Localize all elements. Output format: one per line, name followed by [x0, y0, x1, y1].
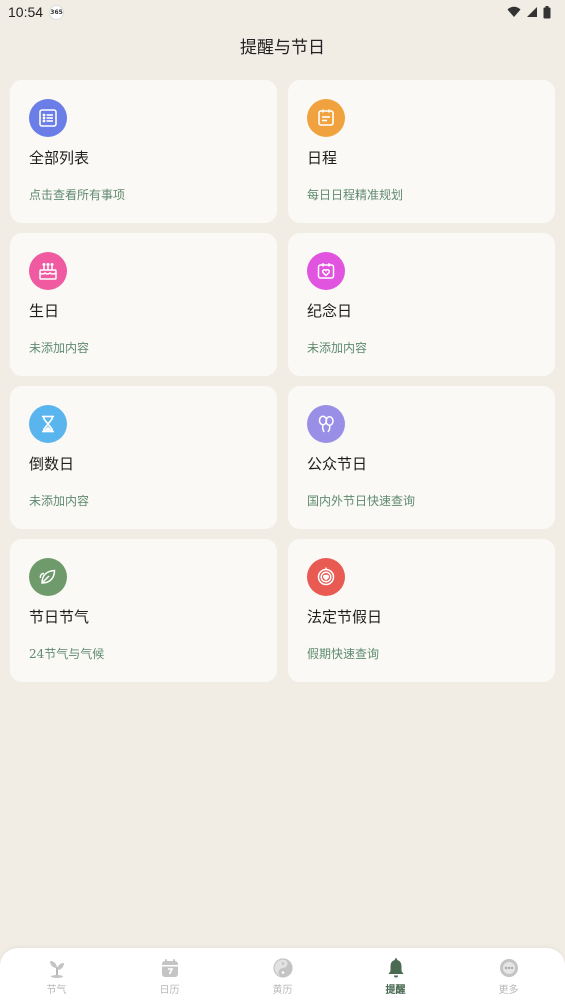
card-anniversary[interactable]: 纪念日 未添加内容 — [288, 233, 555, 376]
card-subtitle: 点击查看所有事项 — [29, 188, 126, 202]
card-birthday[interactable]: 生日 未添加内容 — [10, 233, 277, 376]
list-icon — [29, 99, 67, 137]
tab-label: 提醒 — [385, 984, 406, 996]
status-right — [507, 5, 551, 19]
card-subtitle: 国内外节日快速查询 — [307, 494, 416, 508]
tab-label: 节气 — [46, 984, 67, 996]
card-all-list[interactable]: 全部列表 点击查看所有事项 — [10, 80, 277, 223]
tab-solar-terms[interactable]: 节气 — [0, 957, 113, 996]
card-subtitle: 假期快速查询 — [307, 647, 380, 661]
hourglass-icon — [29, 405, 67, 443]
card-title: 纪念日 — [307, 302, 353, 320]
bell-icon — [388, 957, 403, 977]
card-subtitle: 未添加内容 — [29, 494, 90, 508]
card-legal-holidays[interactable]: 法定节假日 假期快速查询 — [288, 539, 555, 682]
holiday-badge-icon — [307, 558, 345, 596]
card-title: 生日 — [29, 302, 60, 320]
tab-more[interactable]: 更多 — [452, 957, 565, 996]
tab-almanac[interactable]: 黄历 — [226, 957, 339, 996]
calendar-icon — [161, 958, 178, 977]
bottom-tab-bar: 节气 日历 黄历 提醒 更多 — [0, 948, 565, 1004]
calendar-heart-icon — [307, 252, 345, 290]
wifi-icon — [507, 6, 521, 17]
card-countdown[interactable]: 倒数日 未添加内容 — [10, 386, 277, 529]
card-solar-terms[interactable]: 节日节气 24节气与气候 — [10, 539, 277, 682]
plant-icon — [49, 960, 64, 978]
card-title: 法定节假日 — [307, 608, 383, 626]
schedule-icon — [307, 99, 345, 137]
card-subtitle: 未添加内容 — [29, 341, 90, 355]
tab-label: 更多 — [498, 984, 519, 996]
card-title: 公众节日 — [307, 455, 368, 473]
card-title: 倒数日 — [29, 455, 75, 473]
signal-icon — [527, 7, 537, 17]
more-icon — [499, 958, 518, 977]
card-subtitle: 24节气与气候 — [29, 647, 105, 661]
status-time: 10:54 — [8, 4, 44, 20]
tab-label: 日历 — [159, 984, 180, 996]
card-title: 全部列表 — [29, 149, 90, 167]
card-schedule[interactable]: 日程 每日日程精准规划 — [288, 80, 555, 223]
card-subtitle: 未添加内容 — [307, 341, 368, 355]
yinyang-icon — [272, 957, 293, 978]
status-bar: 10:54 365 — [0, 0, 565, 24]
battery-icon — [543, 5, 551, 18]
tab-reminders[interactable]: 提醒 — [339, 957, 452, 996]
balloons-icon — [307, 405, 345, 443]
app-badge-icon: 365 — [49, 4, 65, 20]
status-left: 10:54 365 — [8, 4, 65, 20]
tab-calendar[interactable]: 日历 — [113, 957, 226, 996]
feature-grid: 全部列表 点击查看所有事项 日程 每日日程精准规划 生日 未添加内容 纪念日 未… — [10, 80, 555, 682]
page-title: 提醒与节日 — [240, 38, 325, 58]
leaf-icon — [29, 558, 67, 596]
card-title: 节日节气 — [29, 608, 90, 626]
card-subtitle: 每日日程精准规划 — [307, 188, 404, 202]
card-title: 日程 — [307, 149, 338, 167]
birthday-cake-icon — [29, 252, 67, 290]
tab-label: 黄历 — [272, 984, 293, 996]
card-public-holidays[interactable]: 公众节日 国内外节日快速查询 — [288, 386, 555, 529]
